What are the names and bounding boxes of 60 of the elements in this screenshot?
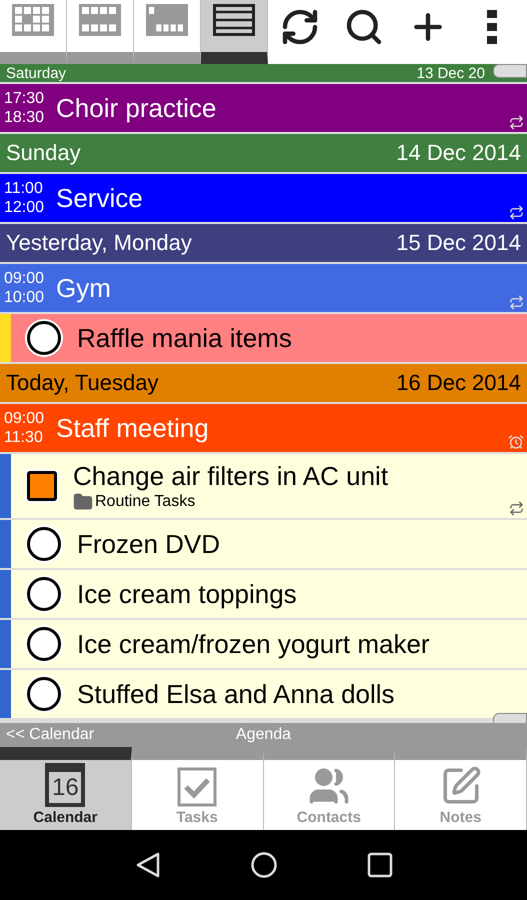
day-name: Saturday <box>6 65 66 82</box>
start-time: 09:00 <box>4 409 46 428</box>
event-title: Service <box>56 182 143 214</box>
task-row[interactable]: Stuffed Elsa and Anna dolls <box>0 670 527 718</box>
task-checkbox[interactable] <box>27 577 61 611</box>
bottom-tab[interactable]: 16 Calendar <box>0 747 132 830</box>
end-time: 12:00 <box>4 198 46 217</box>
event-title: Staff meeting <box>56 412 209 444</box>
calendar-grid-icon <box>79 4 121 36</box>
calendar-icon: 16 <box>45 763 86 807</box>
event-title: Gym <box>56 272 111 304</box>
day-date: 16 Dec 2014 <box>396 370 521 396</box>
more-icon <box>487 10 497 44</box>
day-date: 13 Dec 20 <box>416 65 485 82</box>
checkbox-tick-icon <box>177 767 218 807</box>
home-circle-icon <box>250 851 278 879</box>
task-title: Raffle mania items <box>77 322 292 354</box>
search-icon <box>344 7 384 47</box>
task-title: Stuffed Elsa and Anna dolls <box>77 678 395 710</box>
task-title: Ice cream/frozen yogurt maker <box>77 628 430 660</box>
end-time: 18:30 <box>4 108 46 127</box>
task-checkbox[interactable] <box>27 321 61 355</box>
calendar-grid-icon <box>12 4 54 36</box>
task-row[interactable]: Raffle mania items <box>0 314 527 362</box>
view-title: Agenda <box>236 726 292 744</box>
day-name: Today, Tuesday <box>6 370 158 396</box>
day-name: Yesterday, Monday <box>6 230 192 256</box>
task-title: Change air filters in AC unit <box>73 460 388 492</box>
task-row[interactable]: Change air filters in AC unit Routine Tasks <box>0 454 527 518</box>
start-time: 17:30 <box>4 89 46 108</box>
scroll-handle[interactable] <box>493 64 527 78</box>
scroll-handle[interactable] <box>493 713 527 723</box>
folder-icon <box>73 492 93 512</box>
start-time: 09:00 <box>4 269 46 288</box>
task-checkbox[interactable] <box>27 471 57 501</box>
day-name: Sunday <box>6 140 81 166</box>
task-title: Ice cream toppings <box>77 578 297 610</box>
task-checkbox[interactable] <box>27 627 61 661</box>
task-row[interactable]: Frozen DVD <box>0 520 527 568</box>
end-time: 11:30 <box>4 428 44 447</box>
recents-button[interactable] <box>366 852 393 878</box>
back-triangle-icon <box>134 851 162 879</box>
sync-icon <box>280 7 320 47</box>
task-checkbox[interactable] <box>27 527 61 561</box>
event-title: Choir practice <box>56 92 216 124</box>
task-row[interactable]: Ice cream toppings <box>0 570 527 618</box>
calendar-grid-icon <box>146 4 188 36</box>
agenda-list-icon <box>213 4 255 36</box>
view-tab[interactable] <box>201 0 268 64</box>
start-time: 11:00 <box>4 179 44 198</box>
recents-square-icon <box>366 852 393 878</box>
task-list-name: Routine Tasks <box>95 492 196 510</box>
end-time: 10:00 <box>4 288 46 307</box>
home-button[interactable] <box>250 851 278 879</box>
day-date: 15 Dec 2014 <box>396 230 521 256</box>
task-title: Frozen DVD <box>77 528 220 560</box>
task-row[interactable]: Ice cream/frozen yogurt maker <box>0 620 527 668</box>
task-checkbox[interactable] <box>27 677 61 711</box>
back-button[interactable] <box>134 851 162 879</box>
day-date: 14 Dec 2014 <box>396 140 521 166</box>
